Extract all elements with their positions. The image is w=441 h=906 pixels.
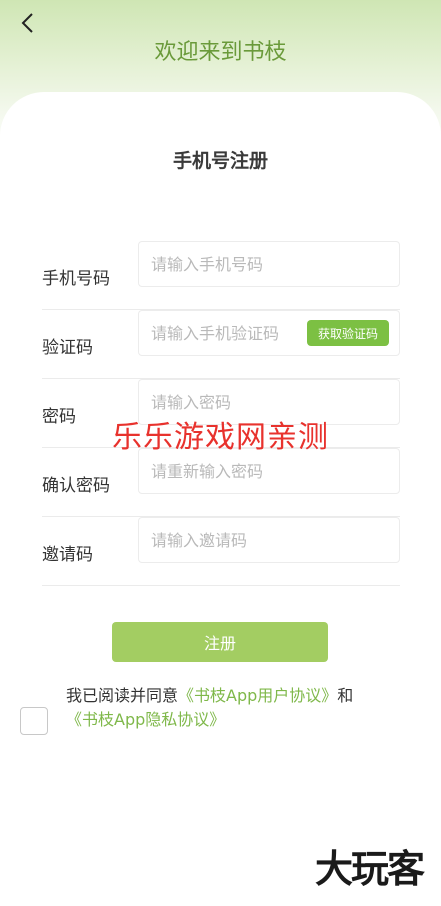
user-agreement-link[interactable]: 《书枝App用户协议》 — [178, 686, 337, 705]
code-label: 验证码 — [42, 338, 93, 358]
watermark-text: 乐乐游戏网亲测 — [112, 420, 329, 455]
confirm-password-input[interactable] — [139, 461, 399, 481]
agreement-prefix: 我已阅读并同意 — [66, 686, 179, 705]
phone-input[interactable] — [139, 254, 399, 274]
agreement-conjunction: 和 — [337, 686, 354, 705]
invite-field — [138, 517, 400, 563]
password-input[interactable] — [139, 392, 399, 412]
brand-logo: 大玩客 — [314, 847, 425, 891]
code-field: 获取验证码 — [138, 310, 400, 356]
invite-input[interactable] — [139, 530, 399, 550]
confirm-password-label: 确认密码 — [42, 476, 110, 496]
chevron-left-icon — [21, 13, 33, 33]
phone-row: 手机号码 — [42, 241, 400, 310]
agreement-line-1: 我已阅读并同意《书枝App用户协议》和 — [66, 682, 353, 706]
invite-row: 邀请码 — [42, 517, 400, 586]
invite-label: 邀请码 — [42, 545, 93, 565]
register-button[interactable]: 注册 — [112, 622, 328, 662]
get-code-button[interactable]: 获取验证码 — [307, 320, 389, 346]
page-title: 欢迎来到书枝 — [154, 40, 287, 65]
phone-field — [138, 241, 400, 287]
phone-label: 手机号码 — [42, 269, 110, 289]
agreement-line-2: 《书枝App隐私协议》 — [66, 706, 225, 730]
back-button[interactable] — [14, 10, 40, 36]
code-row: 验证码 获取验证码 — [42, 310, 400, 379]
privacy-agreement-link[interactable]: 《书枝App隐私协议》 — [66, 710, 225, 729]
form-title: 手机号注册 — [172, 150, 268, 172]
confirm-password-row: 确认密码 — [42, 448, 400, 517]
agree-checkbox[interactable] — [20, 707, 48, 735]
